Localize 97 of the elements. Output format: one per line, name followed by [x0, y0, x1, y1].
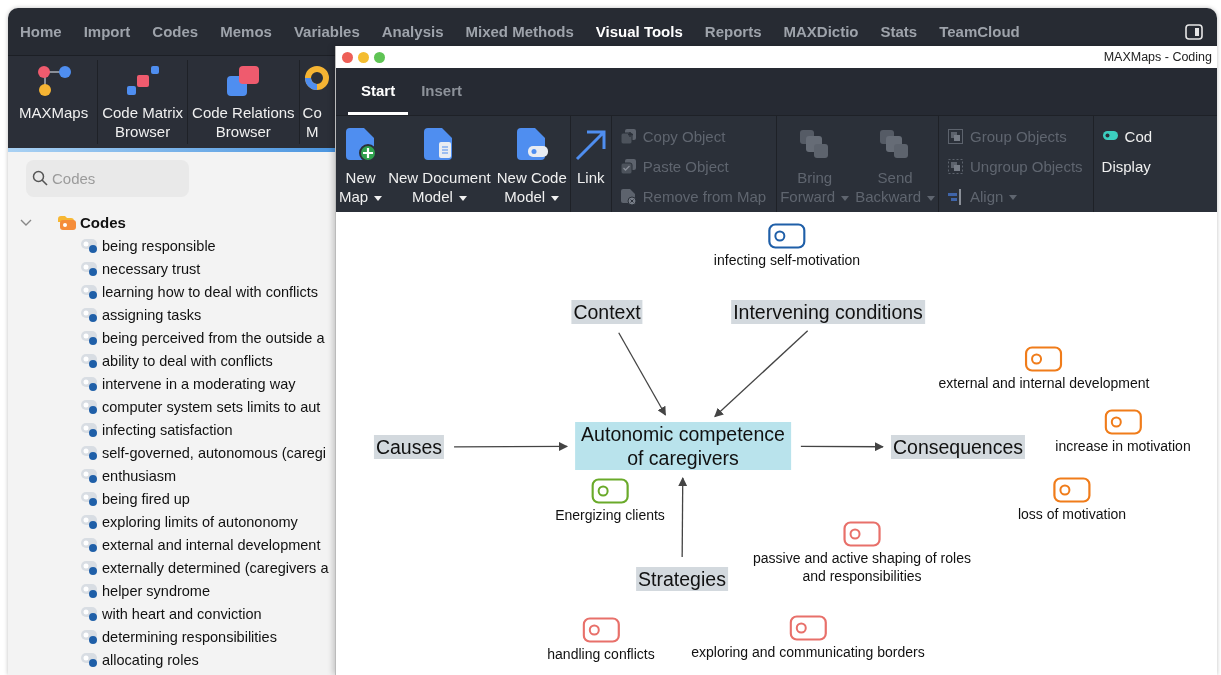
network-icon [35, 64, 72, 97]
code-label: exploring and communicating borders [691, 643, 925, 661]
code-tag-icon [80, 306, 98, 323]
code-label: handling conflicts [547, 645, 655, 663]
tree-item[interactable]: assigning tasks [102, 306, 202, 323]
tree-item[interactable]: self-governed, autonomous (caregi [102, 444, 327, 461]
toolbar-button[interactable]: Link [570, 116, 611, 212]
tree-item[interactable]: determining responsibilities [102, 628, 277, 645]
code-label: passive and active shaping of roles and responsibilities [753, 549, 971, 585]
code-tag-icon [80, 559, 98, 576]
tree-item[interactable]: allocating roles [102, 651, 199, 668]
search-field[interactable]: Codes [26, 160, 189, 197]
toolbar-button[interactable]: Display [1101, 151, 1153, 181]
ungroup-icon [947, 157, 965, 175]
tree-item[interactable]: externally determined (caregivers a [102, 559, 329, 576]
menu-tab[interactable]: Memos [220, 23, 272, 40]
category-label: Consequences [890, 435, 1026, 459]
tree-item[interactable]: with heart and conviction [102, 605, 262, 622]
tree-item[interactable]: intervene in a moderating way [102, 375, 296, 392]
sidebar-toggle-icon[interactable] [1185, 23, 1203, 40]
code-tag-icon [80, 329, 98, 346]
code-tag-icon [80, 352, 98, 369]
tree-item[interactable]: enthusiasm [102, 467, 177, 484]
code-label: Energizing clients [555, 506, 665, 524]
menu-tab[interactable]: TeamCloud [939, 23, 1020, 40]
window-title: MAXMaps - Coding [1103, 50, 1212, 64]
chevron-icon[interactable] [20, 218, 32, 227]
menu-tab[interactable]: Codes [152, 23, 199, 40]
ribbon-button[interactable]: Code Matrix Browser [98, 56, 188, 148]
category-label: Intervening conditions [731, 300, 925, 324]
core-category: Autonomic competence of caregivers [575, 422, 791, 470]
menu-tab[interactable]: MAXDictio [783, 23, 859, 40]
menu-tab[interactable]: Mixed Methods [465, 23, 574, 40]
minimize-button[interactable] [358, 51, 369, 63]
menu-tab[interactable]: Variables [293, 23, 360, 40]
tree-item[interactable]: learning how to deal with conflicts [102, 283, 318, 300]
menu-tab[interactable]: Import [83, 23, 131, 40]
code-tag-icon [80, 582, 98, 599]
tree-item[interactable]: helper syndrome [102, 582, 210, 599]
group-icon [947, 127, 965, 145]
ribbon-button[interactable]: Co M [299, 56, 335, 148]
code-label: loss of motivation [1017, 505, 1127, 523]
menu-tab[interactable]: Analysis [381, 23, 444, 40]
tree-item[interactable]: infecting satisfaction [102, 421, 233, 438]
document-tag-icon [514, 128, 549, 162]
code-label: external and internal development [938, 374, 1150, 392]
code-tag-icon [80, 260, 98, 277]
code-tag-icon [80, 651, 98, 668]
code-tag-icon [80, 421, 98, 438]
code-tag-icon [80, 490, 98, 507]
code-tag-icon [80, 536, 98, 553]
paste-icon [619, 157, 637, 175]
code-tag-icon [80, 283, 98, 300]
code-tag-icon [80, 398, 98, 415]
close-button[interactable] [342, 51, 353, 63]
squares-icon [225, 64, 262, 97]
remove-icon [619, 187, 637, 205]
zoom-button[interactable] [374, 51, 385, 63]
code-tag-icon [80, 628, 98, 645]
toolbar-button[interactable]: Cod [1101, 121, 1153, 151]
ribbon-button[interactable]: MAXMaps [8, 56, 98, 148]
code-label: increase in motivation [1055, 437, 1191, 455]
toolbar-button[interactable]: New Code Model [493, 116, 570, 212]
ribbon-button[interactable]: Code Relations Browser [188, 56, 299, 148]
tree-item[interactable]: being responsible [102, 237, 216, 254]
toolbar-button[interactable]: New Document Model [385, 116, 494, 212]
code-tag-icon [80, 513, 98, 530]
category-label: Causes [373, 435, 445, 459]
tree-item[interactable]: computer system sets limits to aut [102, 398, 321, 415]
tree-folder[interactable]: Codes [80, 214, 126, 231]
tree-item[interactable]: ability to deal with conflicts [102, 352, 273, 369]
tree-item[interactable]: being perceived from the outside a [102, 329, 325, 346]
tree-item[interactable]: necessary trust [102, 260, 201, 277]
code-tag-icon [80, 237, 98, 254]
code-tag-icon [80, 605, 98, 622]
code-label: infecting self-motivation [713, 251, 861, 269]
search-icon [32, 170, 48, 186]
menu-tab[interactable]: Visual Tools [595, 23, 683, 40]
document-plus-icon [343, 128, 378, 162]
code-tag-icon [80, 375, 98, 392]
tree-item[interactable]: exploring limits of autononomy [102, 513, 298, 530]
code-tag-icon [80, 467, 98, 484]
category-label: Context [571, 300, 643, 324]
menu-tab[interactable]: Reports [704, 23, 762, 40]
squares-icon [124, 64, 161, 97]
menu-tab[interactable]: Home [20, 23, 62, 40]
folder-icon [57, 213, 77, 232]
tree-item[interactable]: being fired up [102, 490, 190, 507]
code-tag-icon [1101, 130, 1119, 142]
arrow-icon [573, 128, 608, 162]
code-tag-icon [80, 444, 98, 461]
tab[interactable]: Insert [408, 68, 476, 115]
toolbar-button[interactable]: New Map [336, 116, 386, 212]
tree-item[interactable]: external and internal development [102, 536, 321, 553]
copy-icon [619, 127, 637, 145]
category-label: Strategies [636, 567, 728, 591]
menu-tab[interactable]: Stats [880, 23, 918, 40]
